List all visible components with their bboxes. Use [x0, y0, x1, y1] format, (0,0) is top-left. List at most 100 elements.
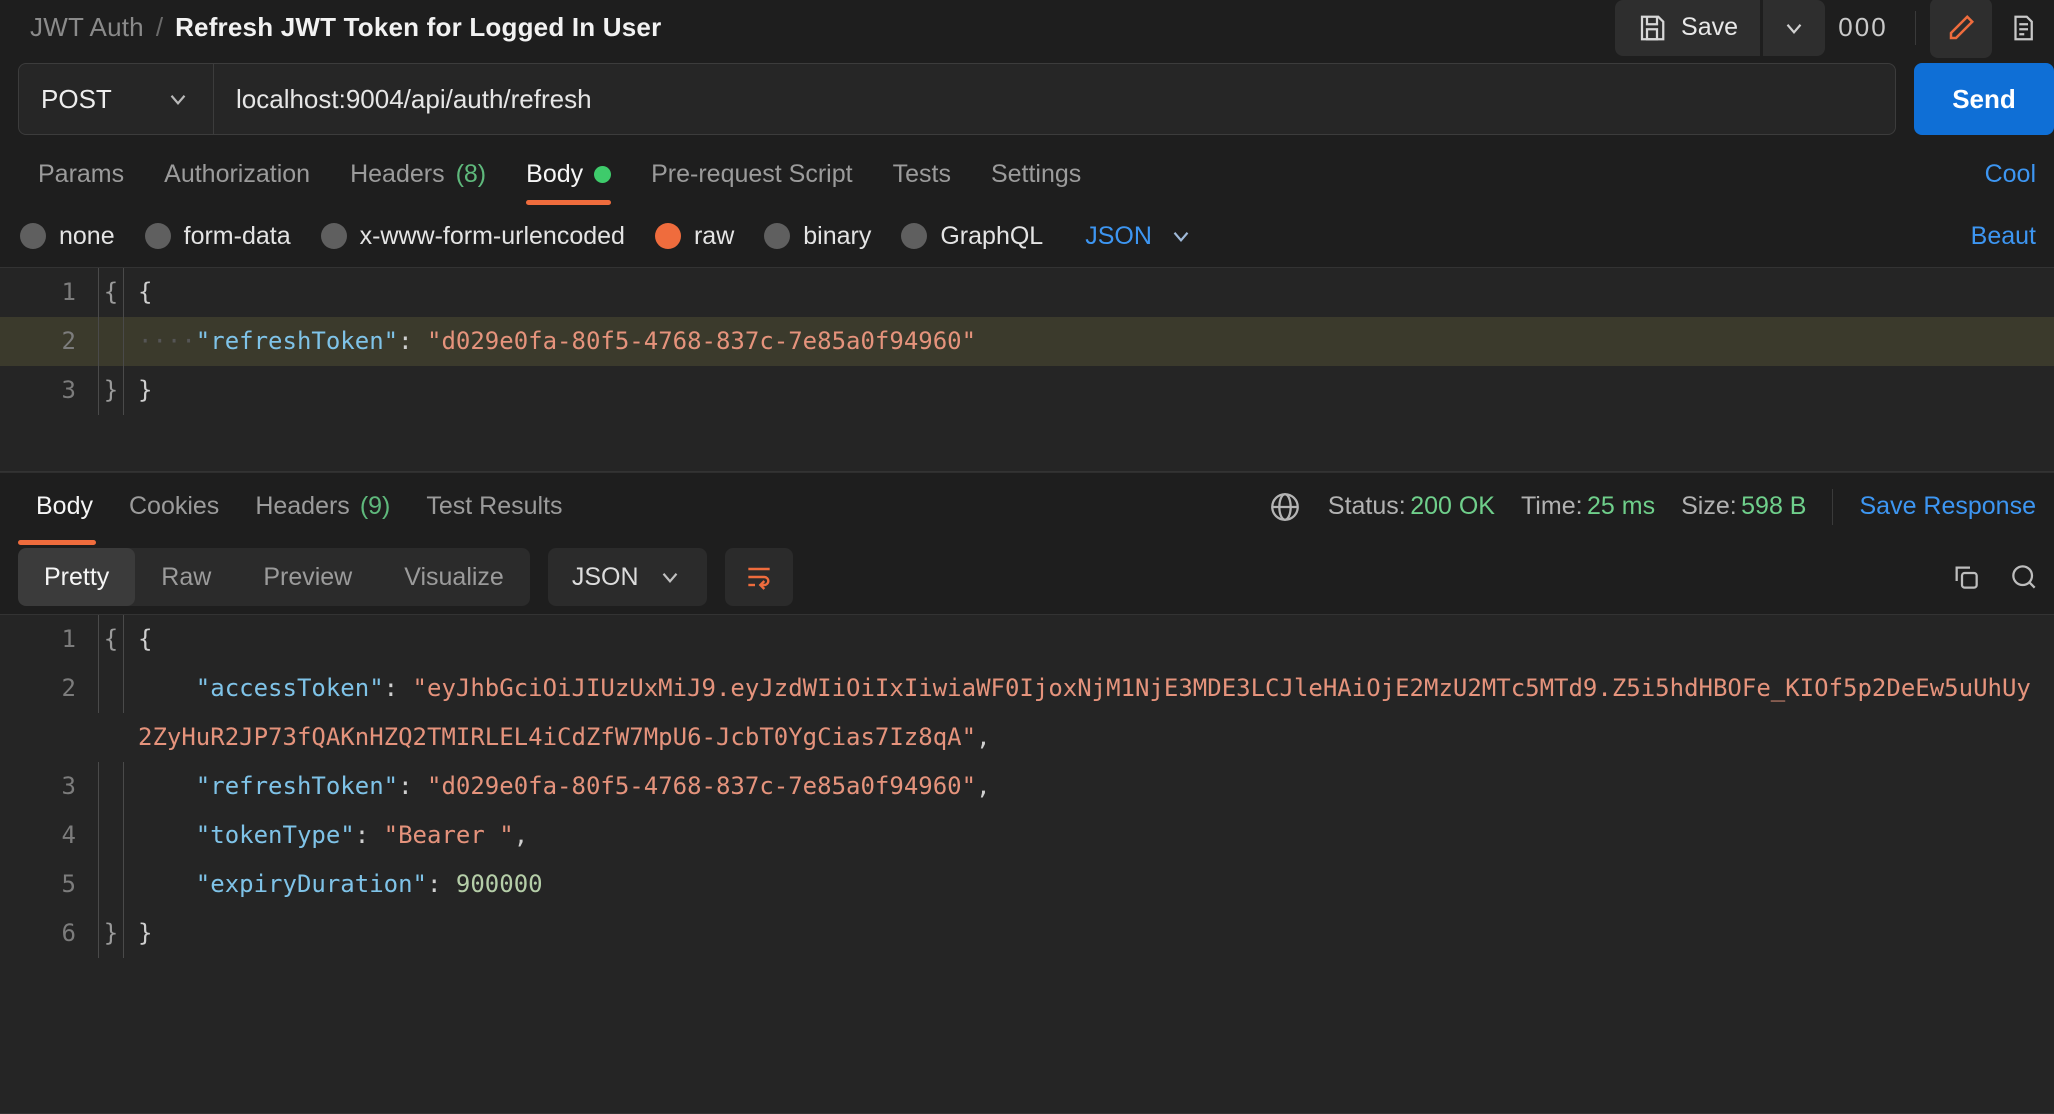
- send-button-label: Send: [1952, 83, 2016, 114]
- body-type-raw[interactable]: raw: [654, 222, 734, 251]
- radio-selected-icon: [654, 223, 681, 249]
- size-value: 598 B: [1741, 492, 1807, 520]
- wrap-text-button[interactable]: [724, 548, 793, 606]
- response-format-value: JSON: [571, 562, 639, 591]
- request-body-editor[interactable]: 1 { { 2 ····"refreshToken": "d029e0fa-80…: [0, 267, 2054, 472]
- send-button[interactable]: Send: [1914, 63, 2054, 135]
- radio-icon: [901, 223, 928, 249]
- time-group: Time: 25 ms: [1521, 492, 1655, 521]
- line-number: 2: [61, 674, 76, 702]
- body-format-select[interactable]: JSON: [1085, 222, 1194, 251]
- radio-icon: [20, 223, 46, 249]
- documentation-button[interactable]: [1992, 0, 2054, 58]
- fold-marker[interactable]: {: [98, 268, 124, 317]
- http-method-select[interactable]: POST: [19, 64, 214, 134]
- body-type-form-data[interactable]: form-data: [144, 221, 291, 251]
- response-view-raw-label: Raw: [161, 562, 212, 591]
- code-content: ····"refreshToken": "d029e0fa-80f5-4768-…: [124, 317, 2054, 366]
- breadcrumb-separator: /: [155, 12, 164, 42]
- json-value: "Bearer ": [383, 821, 514, 849]
- floppy-disk-icon: [1637, 13, 1667, 43]
- beautify-link[interactable]: Beaut: [1971, 222, 2054, 251]
- fold-marker: [98, 860, 124, 909]
- ellipsis-icon: 000: [1838, 12, 1888, 42]
- tab-body[interactable]: Body: [506, 143, 631, 205]
- response-tab-headers[interactable]: Headers (9): [237, 473, 408, 541]
- line-number: 4: [61, 821, 76, 849]
- json-colon: :: [398, 327, 427, 355]
- fold-marker[interactable]: }: [98, 909, 124, 958]
- code-content: {: [138, 625, 153, 653]
- response-view-preview[interactable]: Preview: [237, 548, 378, 606]
- request-tabs: Params Authorization Headers (8) Body Pr…: [0, 143, 2054, 205]
- tab-authorization-label: Authorization: [164, 159, 311, 188]
- tab-settings[interactable]: Settings: [971, 143, 1101, 205]
- response-view-pretty[interactable]: Pretty: [18, 548, 136, 606]
- fold-marker[interactable]: {: [98, 615, 124, 664]
- radio-icon: [320, 223, 347, 249]
- response-view-visualize[interactable]: Visualize: [378, 548, 530, 606]
- line-number: 3: [61, 772, 76, 800]
- tab-authorization[interactable]: Authorization: [144, 143, 330, 205]
- url-input[interactable]: localhost:9004/api/auth/refresh: [214, 64, 1895, 134]
- code-line: 5 "expiryDuration": 900000: [0, 860, 2054, 909]
- json-key: "tokenType": [195, 821, 355, 849]
- time-value: 25 ms: [1587, 492, 1656, 520]
- line-number: 2: [61, 327, 76, 355]
- response-tab-test-results[interactable]: Test Results: [408, 473, 580, 541]
- json-value: "d029e0fa-80f5-4768-837c-7e85a0f94960": [427, 327, 977, 355]
- body-type-urlencoded[interactable]: x-www-form-urlencoded: [320, 222, 625, 251]
- body-format-value: JSON: [1085, 221, 1152, 250]
- save-response-link[interactable]: Save Response: [1859, 492, 2036, 521]
- body-present-indicator-icon: [594, 165, 612, 183]
- more-actions-button[interactable]: 000: [1825, 12, 1901, 43]
- response-body-editor[interactable]: 1 { { 2 "accessToken": "eyJhbGciOiJIUzUx…: [0, 614, 2054, 1114]
- tab-params[interactable]: Params: [18, 143, 144, 205]
- json-value: "d029e0fa-80f5-4768-837c-7e85a0f94960": [427, 772, 977, 800]
- response-toolbar: Pretty Raw Preview Visualize JSON: [0, 540, 2054, 614]
- body-tab-underline: [18, 540, 96, 545]
- tab-headers[interactable]: Headers (8): [330, 143, 506, 205]
- body-type-none[interactable]: none: [20, 222, 115, 251]
- code-content: {: [138, 278, 153, 306]
- fold-marker[interactable]: }: [98, 366, 124, 415]
- chevron-down-icon: [1168, 223, 1194, 249]
- json-comma: ,: [976, 772, 991, 800]
- fold-marker: [98, 664, 124, 713]
- tab-pre-request-script[interactable]: Pre-request Script: [631, 143, 872, 205]
- response-tab-body[interactable]: Body: [18, 473, 111, 541]
- copy-button[interactable]: [1950, 561, 1982, 593]
- url-bar-row: POST localhost:9004/api/auth/refresh Sen…: [0, 55, 2054, 143]
- pencil-icon: [1946, 13, 1976, 43]
- edit-request-button[interactable]: [1930, 0, 1992, 58]
- tab-pre-request-script-label: Pre-request Script: [651, 159, 853, 188]
- json-colon: :: [354, 821, 384, 849]
- breadcrumb-collection[interactable]: JWT Auth: [30, 12, 144, 43]
- header-actions: Save 000: [1615, 0, 2054, 58]
- code-line: 4 "tokenType": "Bearer ",: [0, 811, 2054, 860]
- document-icon: [2008, 13, 2038, 43]
- cookies-link[interactable]: Cool: [1985, 160, 2054, 189]
- response-tabs-bar: Body Cookies Headers (9) Test Results St…: [0, 472, 2054, 540]
- line-number: 1: [61, 278, 76, 306]
- response-view-pretty-label: Pretty: [44, 562, 110, 591]
- tab-tests[interactable]: Tests: [873, 143, 971, 205]
- save-button-group: Save: [1615, 0, 1825, 56]
- json-key: "expiryDuration": [195, 870, 427, 898]
- body-type-form-data-label: form-data: [183, 221, 291, 250]
- response-tab-cookies[interactable]: Cookies: [111, 473, 237, 541]
- search-button[interactable]: [2008, 561, 2040, 593]
- save-button[interactable]: Save: [1615, 0, 1760, 56]
- indent-guide: ····: [138, 327, 196, 355]
- code-line: 1 { {: [0, 268, 2054, 317]
- tab-body-label: Body: [526, 159, 584, 188]
- json-value: "eyJhbGciOiJIUzUxMiJ9.eyJzdWIiOiIxIiwiaW…: [138, 674, 2031, 751]
- save-dropdown-button[interactable]: [1763, 0, 1825, 56]
- response-view-raw[interactable]: Raw: [135, 548, 237, 606]
- response-format-select[interactable]: JSON: [547, 548, 707, 606]
- save-button-label: Save: [1681, 13, 1738, 41]
- body-type-graphql[interactable]: GraphQL: [901, 222, 1043, 251]
- response-tab-test-results-label: Test Results: [426, 492, 563, 520]
- body-type-binary[interactable]: binary: [764, 222, 871, 251]
- globe-icon[interactable]: [1268, 490, 1302, 524]
